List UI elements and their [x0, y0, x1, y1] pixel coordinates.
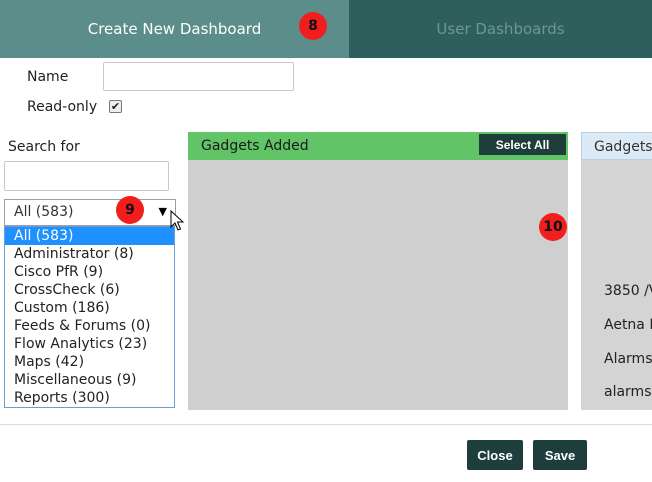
callout-badge-9: 9: [116, 196, 144, 224]
readonly-checkbox[interactable]: ✔: [109, 100, 122, 113]
gadget-list-item[interactable]: 3850 /V: [604, 283, 652, 299]
callout-badge-8: 8: [299, 12, 327, 40]
dropdown-option-administrator[interactable]: Administrator (8): [5, 245, 174, 263]
category-dropdown-list: All (583) Administrator (8) Cisco PfR (9…: [4, 226, 175, 408]
gadgets-added-title: Gadgets Added: [201, 138, 309, 154]
search-label: Search for: [8, 139, 80, 155]
tab-bar: Create New Dashboard User Dashboards 8: [0, 0, 652, 58]
save-button[interactable]: Save: [533, 440, 587, 470]
checkmark-icon: ✔: [110, 100, 121, 113]
tab-create-new-dashboard[interactable]: Create New Dashboard: [0, 0, 349, 58]
dropdown-option-crosscheck[interactable]: CrossCheck (6): [5, 281, 174, 299]
gadgets-added-panel: Gadgets Added Select All 10: [188, 132, 568, 410]
dropdown-option-maps[interactable]: Maps (42): [5, 353, 174, 371]
dropdown-option-custom[interactable]: Custom (186): [5, 299, 174, 317]
gadgets-added-header: Gadgets Added Select All: [188, 132, 568, 160]
category-select-value: All (583): [14, 204, 74, 220]
dropdown-option-all[interactable]: All (583): [5, 227, 174, 245]
category-select[interactable]: All (583) ▼: [4, 199, 176, 226]
readonly-label: Read-only: [27, 99, 98, 115]
dropdown-option-cisco-pfr[interactable]: Cisco PfR (9): [5, 263, 174, 281]
tab-create-new-dashboard-label: Create New Dashboard: [87, 20, 262, 38]
dropdown-option-feeds-forums[interactable]: Feeds & Forums (0): [5, 317, 174, 335]
close-button[interactable]: Close: [467, 440, 523, 470]
gadget-list-item[interactable]: alarms-: [604, 384, 652, 400]
name-label: Name: [27, 69, 69, 85]
mouse-pointer-icon: [170, 210, 184, 231]
tab-user-dashboards-label: User Dashboards: [436, 20, 565, 38]
gadgets-available-header: Gadgets: [581, 132, 652, 160]
callout-badge-10: 10: [539, 213, 567, 241]
gadgets-available-title: Gadgets: [594, 139, 652, 155]
footer-divider: [0, 424, 652, 425]
gadget-list-item[interactable]: Aetna F: [604, 317, 652, 333]
gadget-list-item[interactable]: Alarms: [604, 351, 652, 367]
name-input[interactable]: [103, 62, 294, 91]
tab-user-dashboards[interactable]: User Dashboards: [349, 0, 652, 58]
search-input[interactable]: [4, 161, 169, 191]
dropdown-option-reports[interactable]: Reports (300): [5, 389, 174, 407]
gadgets-available-panel: Gadgets 3850 /V Aetna F Alarms alarms-: [581, 132, 652, 410]
select-all-button[interactable]: Select All: [479, 134, 566, 155]
dropdown-option-miscellaneous[interactable]: Miscellaneous (9): [5, 371, 174, 389]
dropdown-option-flow-analytics[interactable]: Flow Analytics (23): [5, 335, 174, 353]
chevron-down-icon: ▼: [158, 205, 167, 218]
